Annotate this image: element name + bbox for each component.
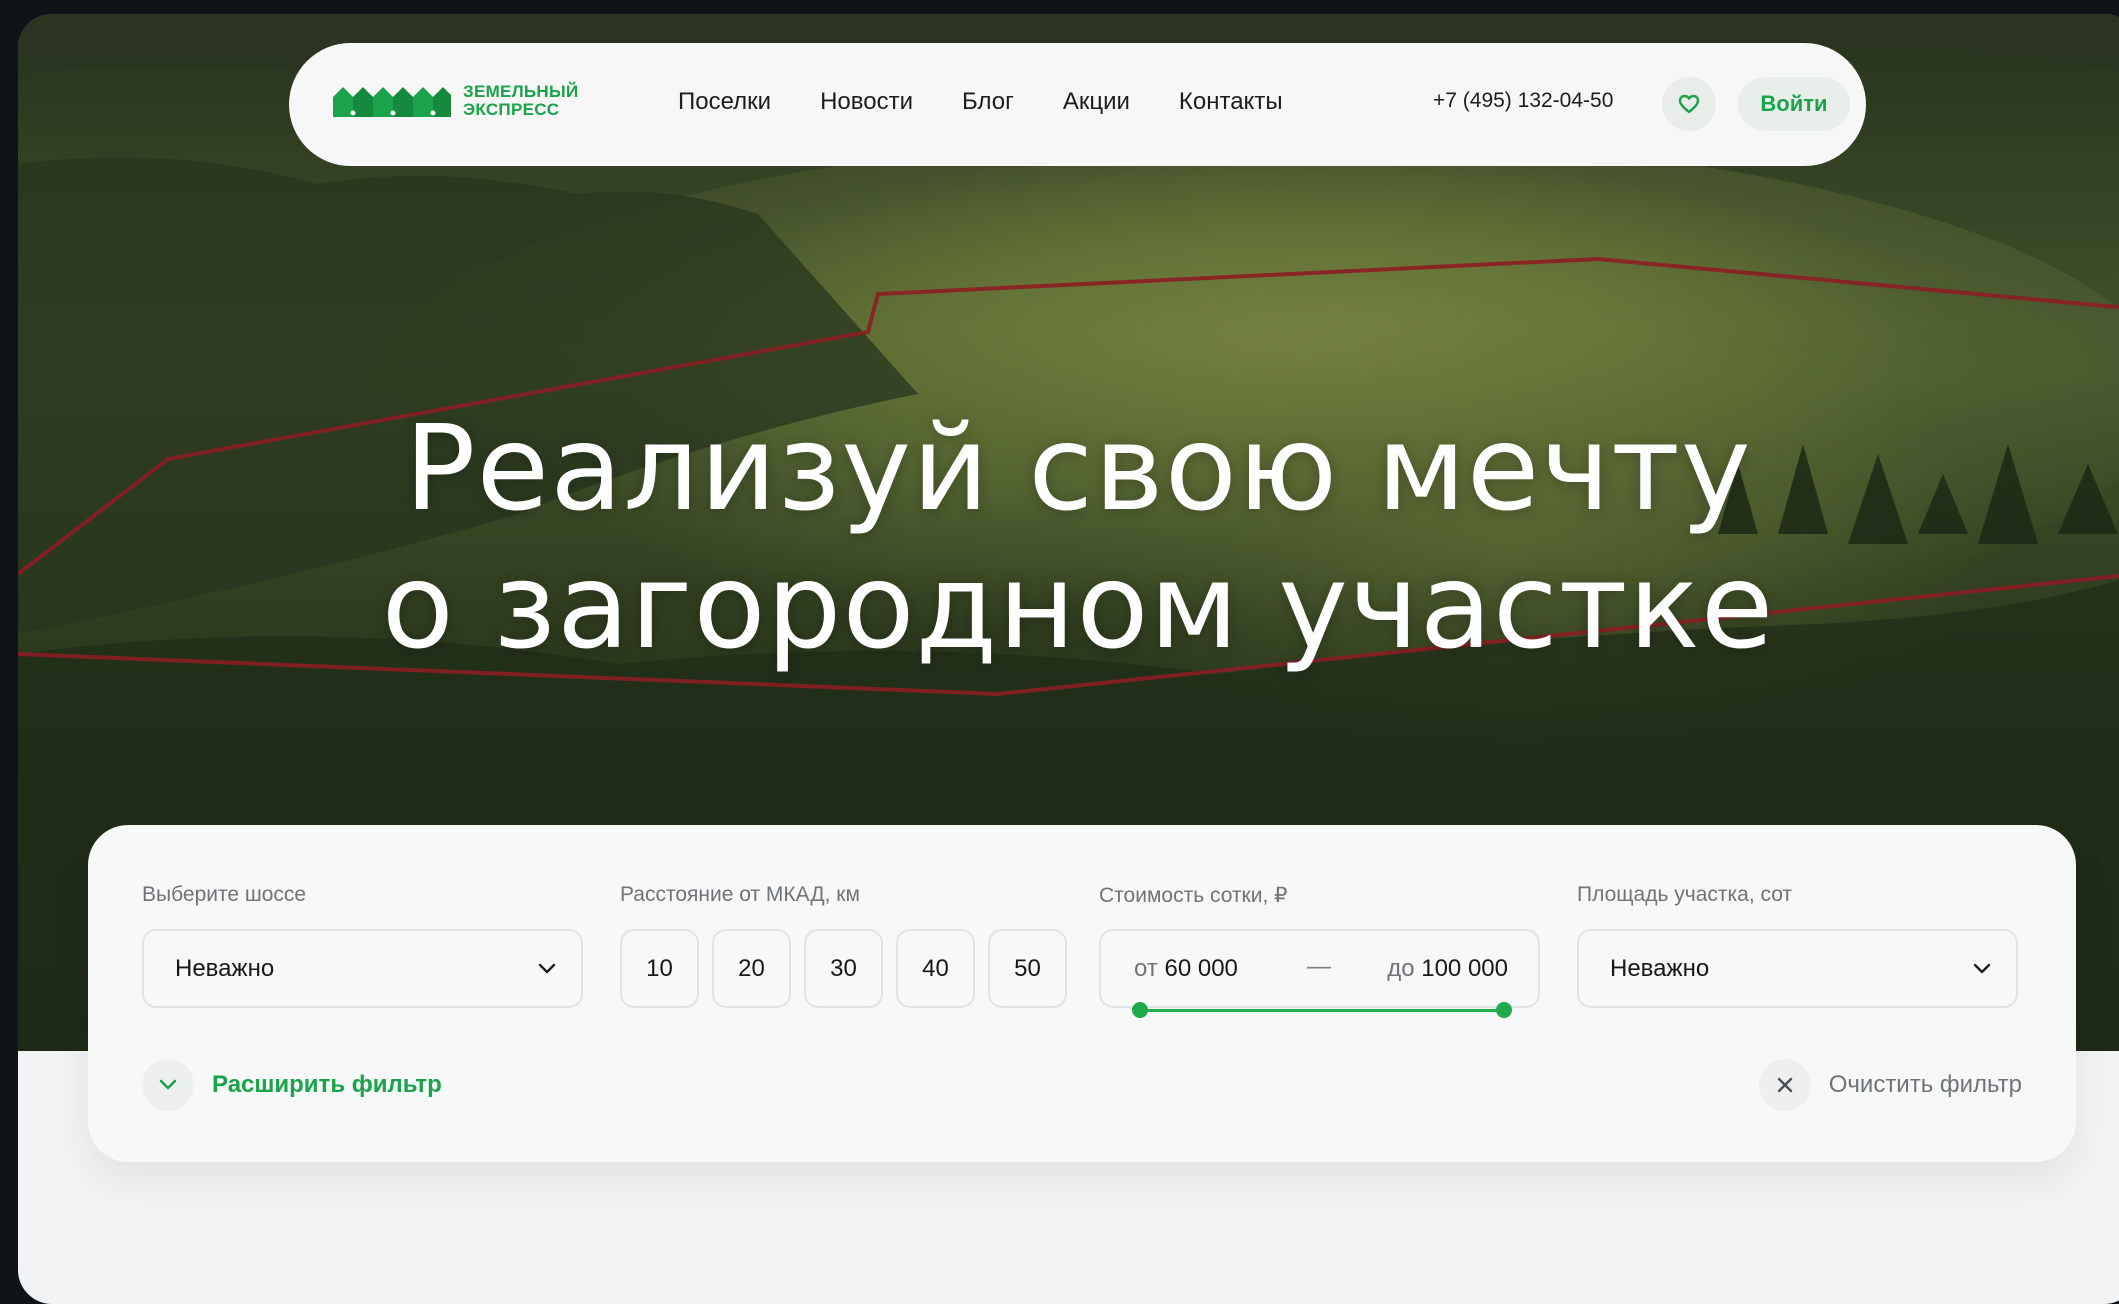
search-filter-panel: Выберите шоссе Неважно Расстояние от МКА… [88,825,2076,1162]
distance-label: Расстояние от МКАД, км [620,883,860,906]
chevron-down-icon [159,1079,177,1090]
expand-filter-label: Расширить фильтр [212,1071,442,1098]
highway-select-value: Неважно [175,954,275,982]
highway-filter: Выберите шоссе Неважно [142,883,583,1008]
nav-item-contacts[interactable]: Контакты [1179,88,1283,116]
chevron-down-icon [538,963,556,973]
price-to-value: 100 000 [1421,955,1508,982]
nav-item-news[interactable]: Новости [820,88,913,116]
distance-option-10[interactable]: 10 [620,929,699,1008]
clear-filter-icon-wrap [1758,1059,1811,1111]
price-separator: — [1307,953,1331,980]
distance-options: 10 20 30 40 50 [620,929,1067,1008]
logo-houses-icon [333,87,451,117]
heart-icon [1678,94,1700,114]
nav-item-settlements[interactable]: Поселки [678,88,771,116]
distance-option-40[interactable]: 40 [896,929,975,1008]
favorites-button[interactable] [1662,77,1716,131]
logo-line-1: ЗЕМЕЛЬНЫЙ [463,82,579,101]
price-to-prefix: до [1387,955,1415,982]
area-select[interactable]: Неважно [1577,929,2018,1008]
main-nav: Поселки Новости Блог Акции Контакты [678,88,1332,116]
area-filter: Площадь участка, сот Неважно [1577,883,2018,1008]
price-label: Стоимость сотки, ₽ [1099,884,1288,907]
site-header: ЗЕМЕЛЬНЫЙ ЭКСПРЕСС Поселки Новости Блог … [289,43,1866,166]
distance-option-50[interactable]: 50 [988,929,1067,1008]
clear-filter-button[interactable]: Очистить фильтр [1758,1059,2022,1111]
close-icon [1777,1077,1792,1093]
expand-filter-icon-wrap [142,1059,194,1111]
highway-select[interactable]: Неважно [142,929,583,1008]
clear-filter-label: Очистить фильтр [1828,1071,2022,1098]
area-label: Площадь участка, сот [1577,883,1793,906]
hero-title-line-2: о загородном участке [381,537,1775,675]
logo[interactable]: ЗЕМЕЛЬНЫЙ ЭКСПРЕСС [331,83,578,119]
logo-line-2: ЭКСПРЕСС [463,100,560,119]
nav-item-promotions[interactable]: Акции [1063,88,1130,116]
login-button[interactable]: Войти [1738,77,1850,131]
price-from[interactable]: от 60 000 [1134,955,1238,983]
hero-title-line-1: Реализуй свою мечту [404,399,1752,537]
nav-item-blog[interactable]: Блог [962,88,1014,116]
hero-title: Реализуй свою мечту о загородном участке [18,399,2119,675]
price-range-track [1139,1009,1503,1012]
price-range-max-handle[interactable] [1496,1002,1512,1018]
price-from-value: 60 000 [1164,955,1238,982]
price-filter: Стоимость сотки, ₽ от 60 000 — до 100 00… [1099,883,1540,1018]
page-frame: Реализуй свою мечту о загородном участке… [18,14,2119,1304]
logo-text: ЗЕМЕЛЬНЫЙ ЭКСПРЕСС [463,83,578,119]
phone-number[interactable]: +7 (495) 132-04-50 [1433,89,1613,113]
price-from-prefix: от [1134,955,1158,982]
highway-label: Выберите шоссе [142,883,307,906]
distance-option-20[interactable]: 20 [712,929,791,1008]
price-range-input[interactable]: от 60 000 — до 100 000 [1099,929,1540,1018]
distance-filter: Расстояние от МКАД, км 10 20 30 40 50 [620,883,1067,1008]
distance-option-30[interactable]: 30 [804,929,883,1008]
price-to[interactable]: до 100 000 [1387,955,1508,983]
expand-filter-button[interactable]: Расширить фильтр [142,1059,442,1111]
price-range-min-handle[interactable] [1132,1002,1148,1018]
chevron-down-icon [1973,963,1991,973]
area-select-value: Неважно [1610,954,1710,982]
